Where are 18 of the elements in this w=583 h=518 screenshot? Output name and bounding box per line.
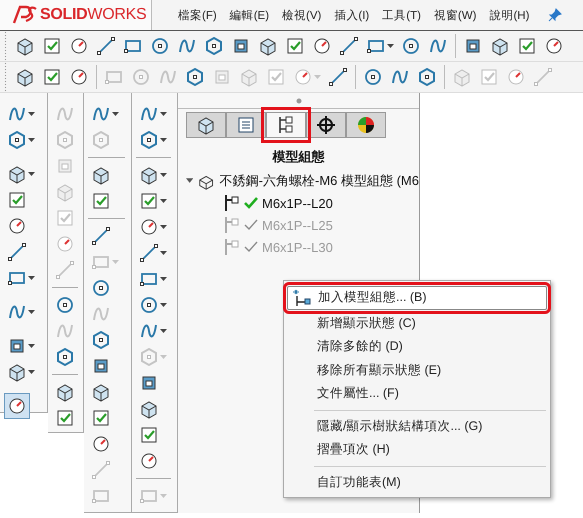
menu-item[interactable]: 自訂功能表(M) bbox=[284, 470, 550, 494]
menu-item[interactable]: 新增顯示狀態 (C) bbox=[284, 312, 550, 335]
menu-item[interactable]: 文件屬性... (F) bbox=[284, 382, 550, 406]
logo-text: SOLIDWORKS bbox=[40, 6, 146, 24]
menu-item[interactable]: 隱藏/顯示樹狀結構項次... (G) bbox=[284, 414, 550, 438]
menu-item[interactable]: 說明(H) bbox=[489, 8, 530, 22]
menu-item[interactable]: 檔案(F) bbox=[178, 8, 217, 22]
menu-item[interactable]: 編輯(E) bbox=[230, 8, 270, 22]
tree-item[interactable]: 不銹鋼-六角螺栓-M6 模型組態 (M6 bbox=[220, 172, 419, 190]
tree-item[interactable]: M6x1P--L20 bbox=[262, 196, 333, 210]
menu-item[interactable]: 摺疊項次 (H) bbox=[284, 438, 550, 462]
menu-item[interactable]: 工具(T) bbox=[382, 8, 421, 22]
menu-item[interactable]: 插入(I) bbox=[334, 8, 370, 22]
menu-item[interactable]: 檢視(V) bbox=[282, 8, 322, 22]
menu-item[interactable]: 視窗(W) bbox=[434, 8, 476, 22]
menu-item[interactable]: 清除多餘的 (D) bbox=[284, 335, 550, 358]
panel-title: 模型組態 bbox=[271, 148, 326, 166]
menu-item[interactable]: 移除所有顯示狀態 (E) bbox=[284, 358, 550, 382]
